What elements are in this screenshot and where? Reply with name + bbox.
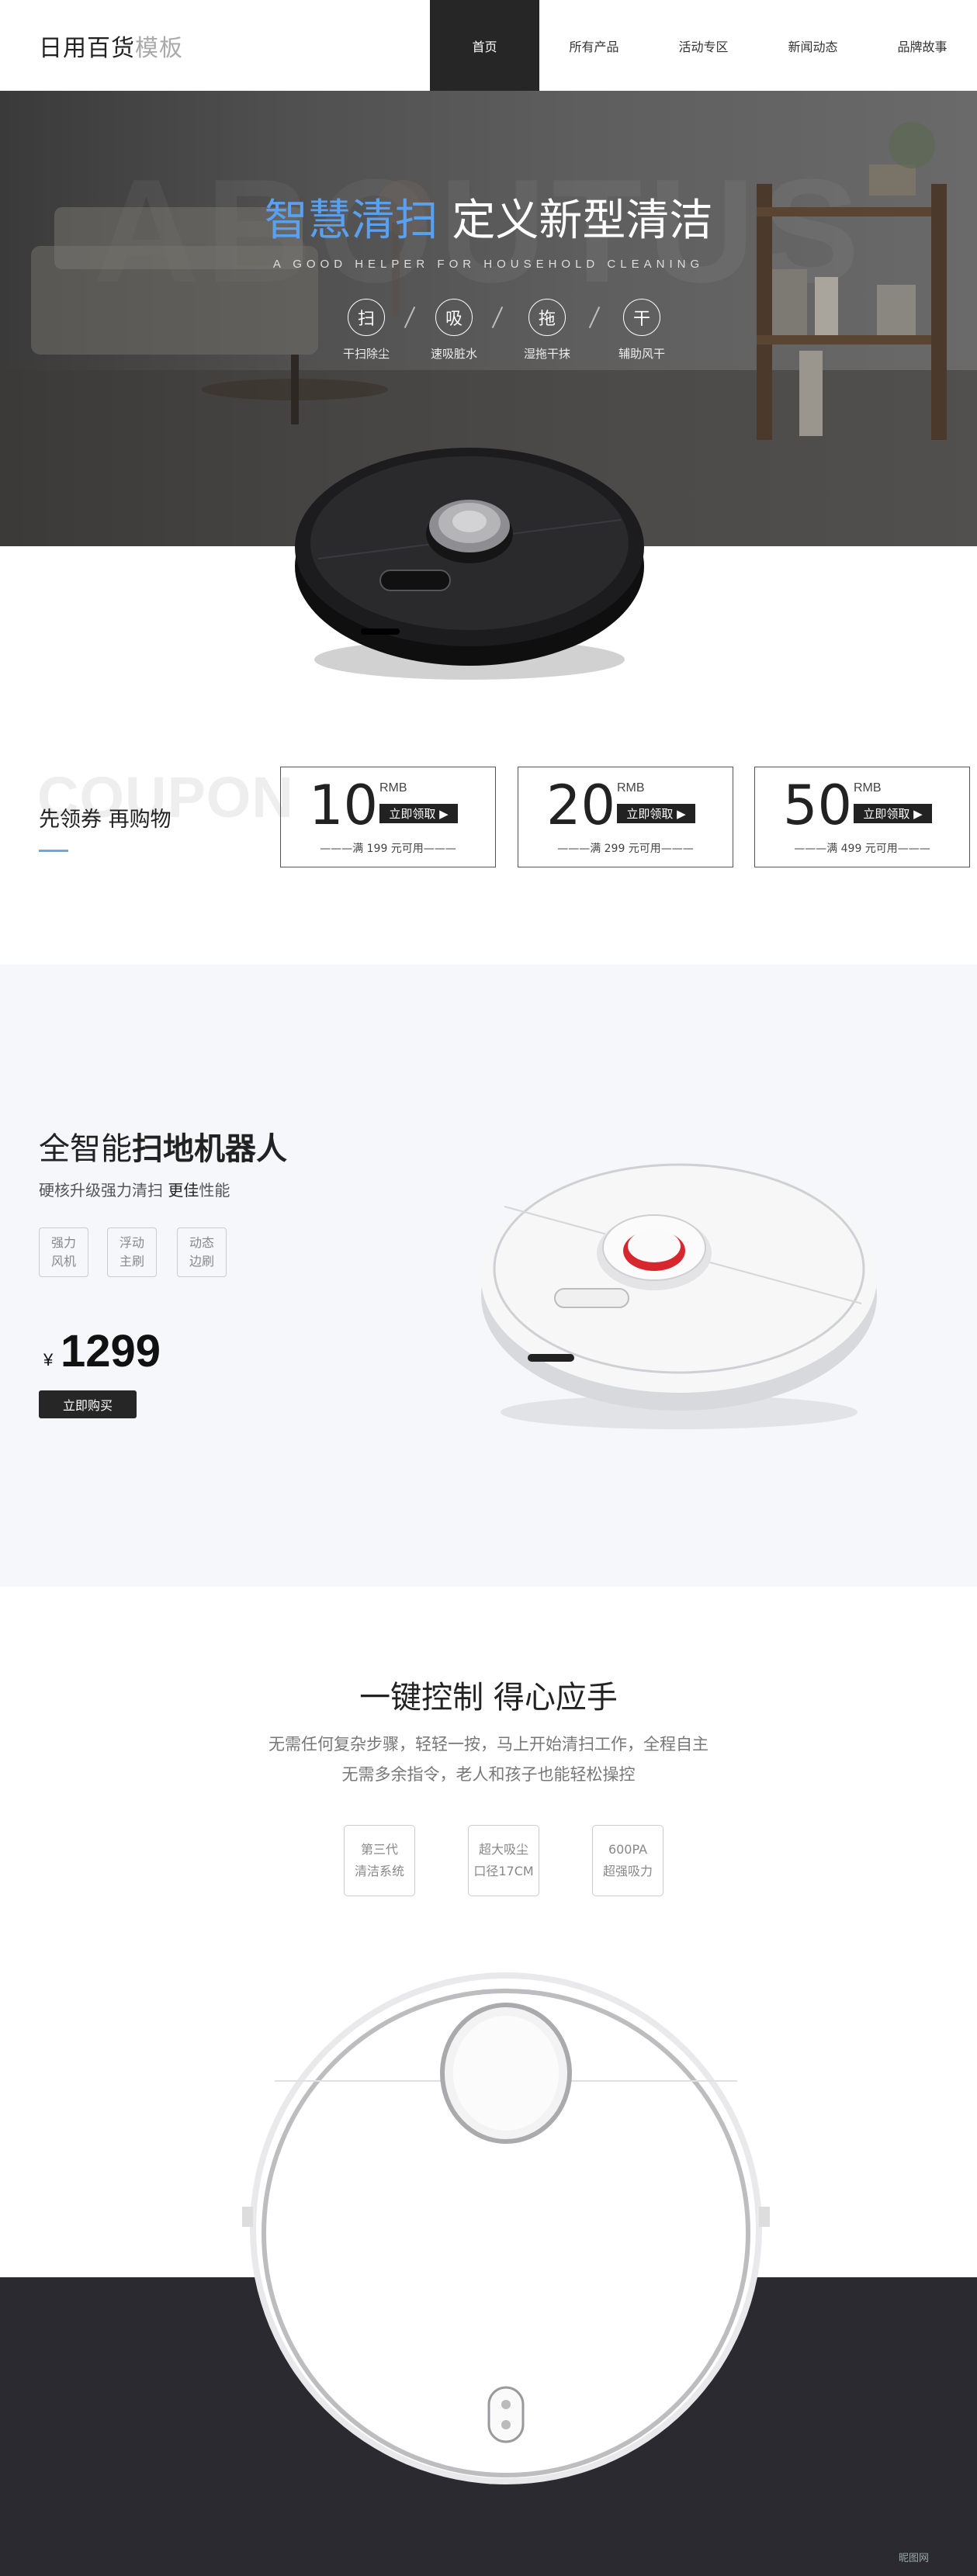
product-title: 全智能扫地机器人 [39,1131,287,1167]
price-currency: ¥ [43,1350,54,1369]
sweep-icon: 扫 [348,299,385,336]
coupon-unit: RMB [854,781,882,795]
feature-dry: 干 辅助风干 [595,299,688,362]
product-description: 硬核升级强力清扫 更佳性能 [39,1181,230,1200]
watermark: 昵图网 [899,2552,930,2564]
product-price: 1299 [61,1326,161,1376]
control-tag: 超大吸尘 口径17CM [468,1825,539,1896]
site-logo[interactable]: 日用百货模板 [39,29,183,63]
feature-sweep: 扫 干扫除尘 [320,299,413,362]
feature-mop: 拖 湿拖干抹 [501,299,594,362]
coupon-condition: ———满 499 元可用——— [794,843,930,855]
coupon-amount: 20 [546,774,616,837]
nav-all-products[interactable]: 所有产品 [539,0,649,91]
product-tag: 浮动 主刷 [107,1227,157,1277]
coupon-amount: 10 [309,774,379,837]
nav-brand-story[interactable]: 品牌故事 [868,0,977,91]
coupon-section-title: 先领券 再购物 [39,808,171,832]
coupon-amount: 50 [783,774,853,837]
coupon-unit: RMB [379,781,407,795]
coupon-card-20: 20 RMB 立即领取 ▶ ———满 299 元可用——— [518,767,733,867]
suction-icon: 吸 [435,299,473,336]
product-tag: 动态 边刷 [177,1227,227,1277]
dry-icon: 干 [623,299,660,336]
coupon-condition: ———满 199 元可用——— [320,843,456,855]
buy-now-button[interactable]: 立即购买 [39,1390,137,1418]
control-tag: 第三代 清洁系统 [344,1825,415,1896]
topview-robot-vacuum-image [242,1972,770,2484]
feature-suction: 吸 速吸脏水 [407,299,501,362]
nav-news[interactable]: 新闻动态 [758,0,868,91]
title-underline [39,850,68,852]
claim-coupon-button[interactable]: 立即领取 ▶ [854,804,932,823]
control-tag: 600PA 超强吸力 [592,1825,663,1896]
control-section-description: 无需任何复杂步骤，轻轻一按，马上开始清扫工作，全程自主 无需多余指令，老人和孩子… [269,1735,708,1784]
main-nav: 首页 所有产品 活动专区 新闻动态 品牌故事 [430,0,977,91]
coupon-card-50: 50 RMB 立即领取 ▶ ———满 499 元可用——— [754,767,970,867]
site-header: 日用百货模板 首页 所有产品 活动专区 新闻动态 品牌故事 [0,0,977,91]
nav-home[interactable]: 首页 [430,0,539,91]
mop-icon: 拖 [528,299,566,336]
nav-promotions[interactable]: 活动专区 [649,0,758,91]
white-robot-vacuum-image [481,1163,877,1429]
control-section-title: 一键控制 得心应手 [359,1680,618,1716]
coupon-card-10: 10 RMB 立即领取 ▶ ———满 199 元可用——— [280,767,496,867]
coupon-unit: RMB [617,781,645,795]
hero-title: 智慧清扫 定义新型清洁 [264,196,713,246]
product-tag: 强力 风机 [39,1227,88,1277]
claim-coupon-button[interactable]: 立即领取 ▶ [379,804,458,823]
coupon-condition: ———满 299 元可用——— [557,843,694,855]
claim-coupon-button[interactable]: 立即领取 ▶ [617,804,695,823]
hero-subtitle: A GOOD HELPER FOR HOUSEHOLD CLEANING [272,258,705,271]
black-robot-vacuum-image [295,448,644,680]
